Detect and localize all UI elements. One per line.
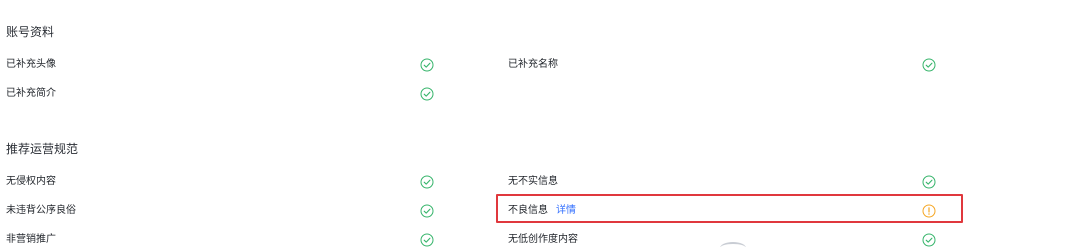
check-circle-icon [420, 175, 434, 189]
check-circle-icon [420, 233, 434, 247]
exclamation-circle-icon [922, 204, 936, 218]
item-label-avatar: 已补充头像 [6, 59, 56, 70]
details-link[interactable]: 详情 [556, 205, 576, 216]
check-circle-icon [420, 204, 434, 218]
item-row-bad-info: 不良信息 详情 [508, 204, 576, 218]
item-label-intro: 已补充简介 [6, 88, 56, 99]
scroll-indicator [720, 242, 746, 247]
check-circle-icon [922, 175, 936, 189]
item-label-bad-info: 不良信息 [508, 205, 548, 216]
check-circle-icon [922, 233, 936, 247]
account-status-panel: 账号资料 已补充头像 已补充名称 已补充简介 推荐运营规范 无侵权内容 无不实信… [0, 0, 1080, 247]
section-title-recommend: 推荐运营规范 [6, 142, 79, 156]
item-label-name: 已补充名称 [508, 59, 558, 70]
item-label-no-false-info: 无不实信息 [508, 176, 558, 187]
section-title-account: 账号资料 [6, 25, 55, 39]
item-label-public-order: 未违背公序良俗 [6, 205, 76, 216]
item-label-no-infringement: 无侵权内容 [6, 176, 56, 187]
item-label-no-low-creativity: 无低创作度内容 [508, 234, 578, 245]
item-label-no-marketing: 非营销推广 [6, 234, 56, 245]
check-circle-icon [922, 58, 936, 72]
check-circle-icon [420, 58, 434, 72]
check-circle-icon [420, 87, 434, 101]
